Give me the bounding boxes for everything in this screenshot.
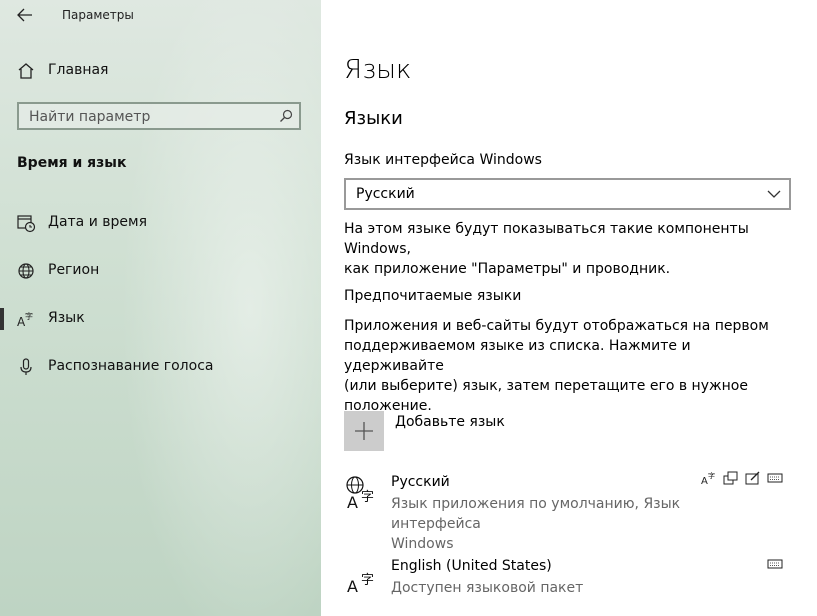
sidebar-item-region[interactable]: Регион <box>0 253 321 289</box>
keyboard-feature-icon <box>767 473 783 483</box>
language-pack-icon: A 字 <box>346 476 374 510</box>
globe-icon <box>18 263 34 279</box>
search-input[interactable]: Найти параметр <box>17 102 301 130</box>
svg-text:A: A <box>347 577 358 596</box>
sidebar-item-speech[interactable]: Распознавание голоса <box>0 349 321 385</box>
svg-text:字: 字 <box>361 490 374 505</box>
preferred-languages-title: Предпочитаемые языки <box>344 288 522 304</box>
sidebar-item-label: Главная <box>48 62 109 78</box>
plus-icon <box>355 422 373 440</box>
handwriting-feature-icon <box>745 471 760 485</box>
language-description: Язык приложения по умолчанию, Язык интер… <box>391 496 681 552</box>
sidebar-item-label: Дата и время <box>48 214 147 230</box>
active-indicator <box>0 308 4 330</box>
app-title: Параметры <box>62 8 134 22</box>
calendar-clock-icon <box>17 215 36 233</box>
add-language-label[interactable]: Добавьте язык <box>395 414 505 430</box>
search-placeholder: Найти параметр <box>29 109 151 125</box>
section-title: Время и язык <box>17 155 127 171</box>
section-heading: Языки <box>344 108 403 129</box>
display-language-label: Язык интерфейса Windows <box>344 152 542 168</box>
sidebar-item-label: Регион <box>48 262 100 278</box>
add-language-button[interactable] <box>344 411 384 451</box>
list-item-english[interactable]: A 字 English (United States) Доступен язы… <box>321 552 817 604</box>
speech-feature-icon <box>723 471 738 485</box>
search-icon <box>280 109 293 122</box>
sidebar-item-label: Распознавание голоса <box>48 358 214 374</box>
keyboard-feature-icon <box>767 559 783 569</box>
sidebar-item-label: Язык <box>48 310 85 326</box>
display-language-dropdown[interactable]: Русский <box>344 178 791 210</box>
preferred-languages-description: Приложения и веб-сайты будут отображатьс… <box>344 318 769 414</box>
language-icon: A 字 <box>17 311 33 329</box>
main-content: Язык Языки Язык интерфейса Windows Русск… <box>321 0 817 616</box>
display-language-description: На этом языке будут показываться такие к… <box>344 221 749 277</box>
language-description: Доступен языковой пакет <box>391 580 584 596</box>
language-name: English (United States) <box>391 558 552 574</box>
chevron-down-icon <box>767 190 781 198</box>
sidebar-item-date-time[interactable]: Дата и время <box>0 205 321 241</box>
svg-text:字: 字 <box>708 471 715 480</box>
microphone-icon <box>20 358 32 375</box>
svg-text:A: A <box>347 493 358 510</box>
sidebar-item-home[interactable]: Главная <box>0 53 321 89</box>
page-title: Язык <box>344 55 412 85</box>
svg-text:字: 字 <box>25 311 33 321</box>
sidebar: Параметры Главная Найти параметр Время и… <box>0 0 321 616</box>
display-language-feature-icon: A 字 <box>701 471 715 486</box>
dropdown-value: Русский <box>356 186 415 202</box>
language-name: Русский <box>391 474 450 490</box>
svg-text:字: 字 <box>361 573 374 588</box>
svg-text:A: A <box>701 476 708 486</box>
language-icon: A 字 <box>347 573 374 596</box>
sidebar-item-language[interactable]: A 字 Язык <box>0 301 321 337</box>
back-arrow-icon[interactable] <box>14 6 36 24</box>
home-icon <box>18 63 34 79</box>
list-item-russian[interactable]: A 字 Русский Язык приложения по умолчанию… <box>321 466 817 552</box>
